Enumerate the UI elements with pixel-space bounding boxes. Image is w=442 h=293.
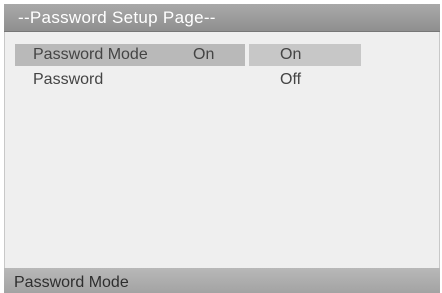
title-bar: --Password Setup Page--	[4, 4, 440, 32]
option-on[interactable]: On	[249, 44, 361, 66]
setting-row-password-mode[interactable]: Password Mode On	[15, 44, 245, 66]
password-setup-screen: --Password Setup Page-- Password Mode On…	[0, 0, 442, 293]
status-bar: Password Mode	[4, 268, 440, 293]
status-text: Password Mode	[14, 274, 129, 291]
setting-value-password-mode: On	[193, 46, 215, 63]
page-title: --Password Setup Page--	[18, 8, 216, 27]
settings-panel: Password Mode On Password On Off	[4, 32, 440, 268]
option-on-label: On	[280, 46, 302, 63]
option-off[interactable]: Off	[249, 69, 361, 91]
setting-row-password[interactable]: Password	[15, 69, 245, 91]
option-off-label: Off	[280, 71, 302, 88]
setting-label-password: Password	[33, 71, 104, 88]
setting-label-password-mode: Password Mode	[33, 46, 148, 63]
